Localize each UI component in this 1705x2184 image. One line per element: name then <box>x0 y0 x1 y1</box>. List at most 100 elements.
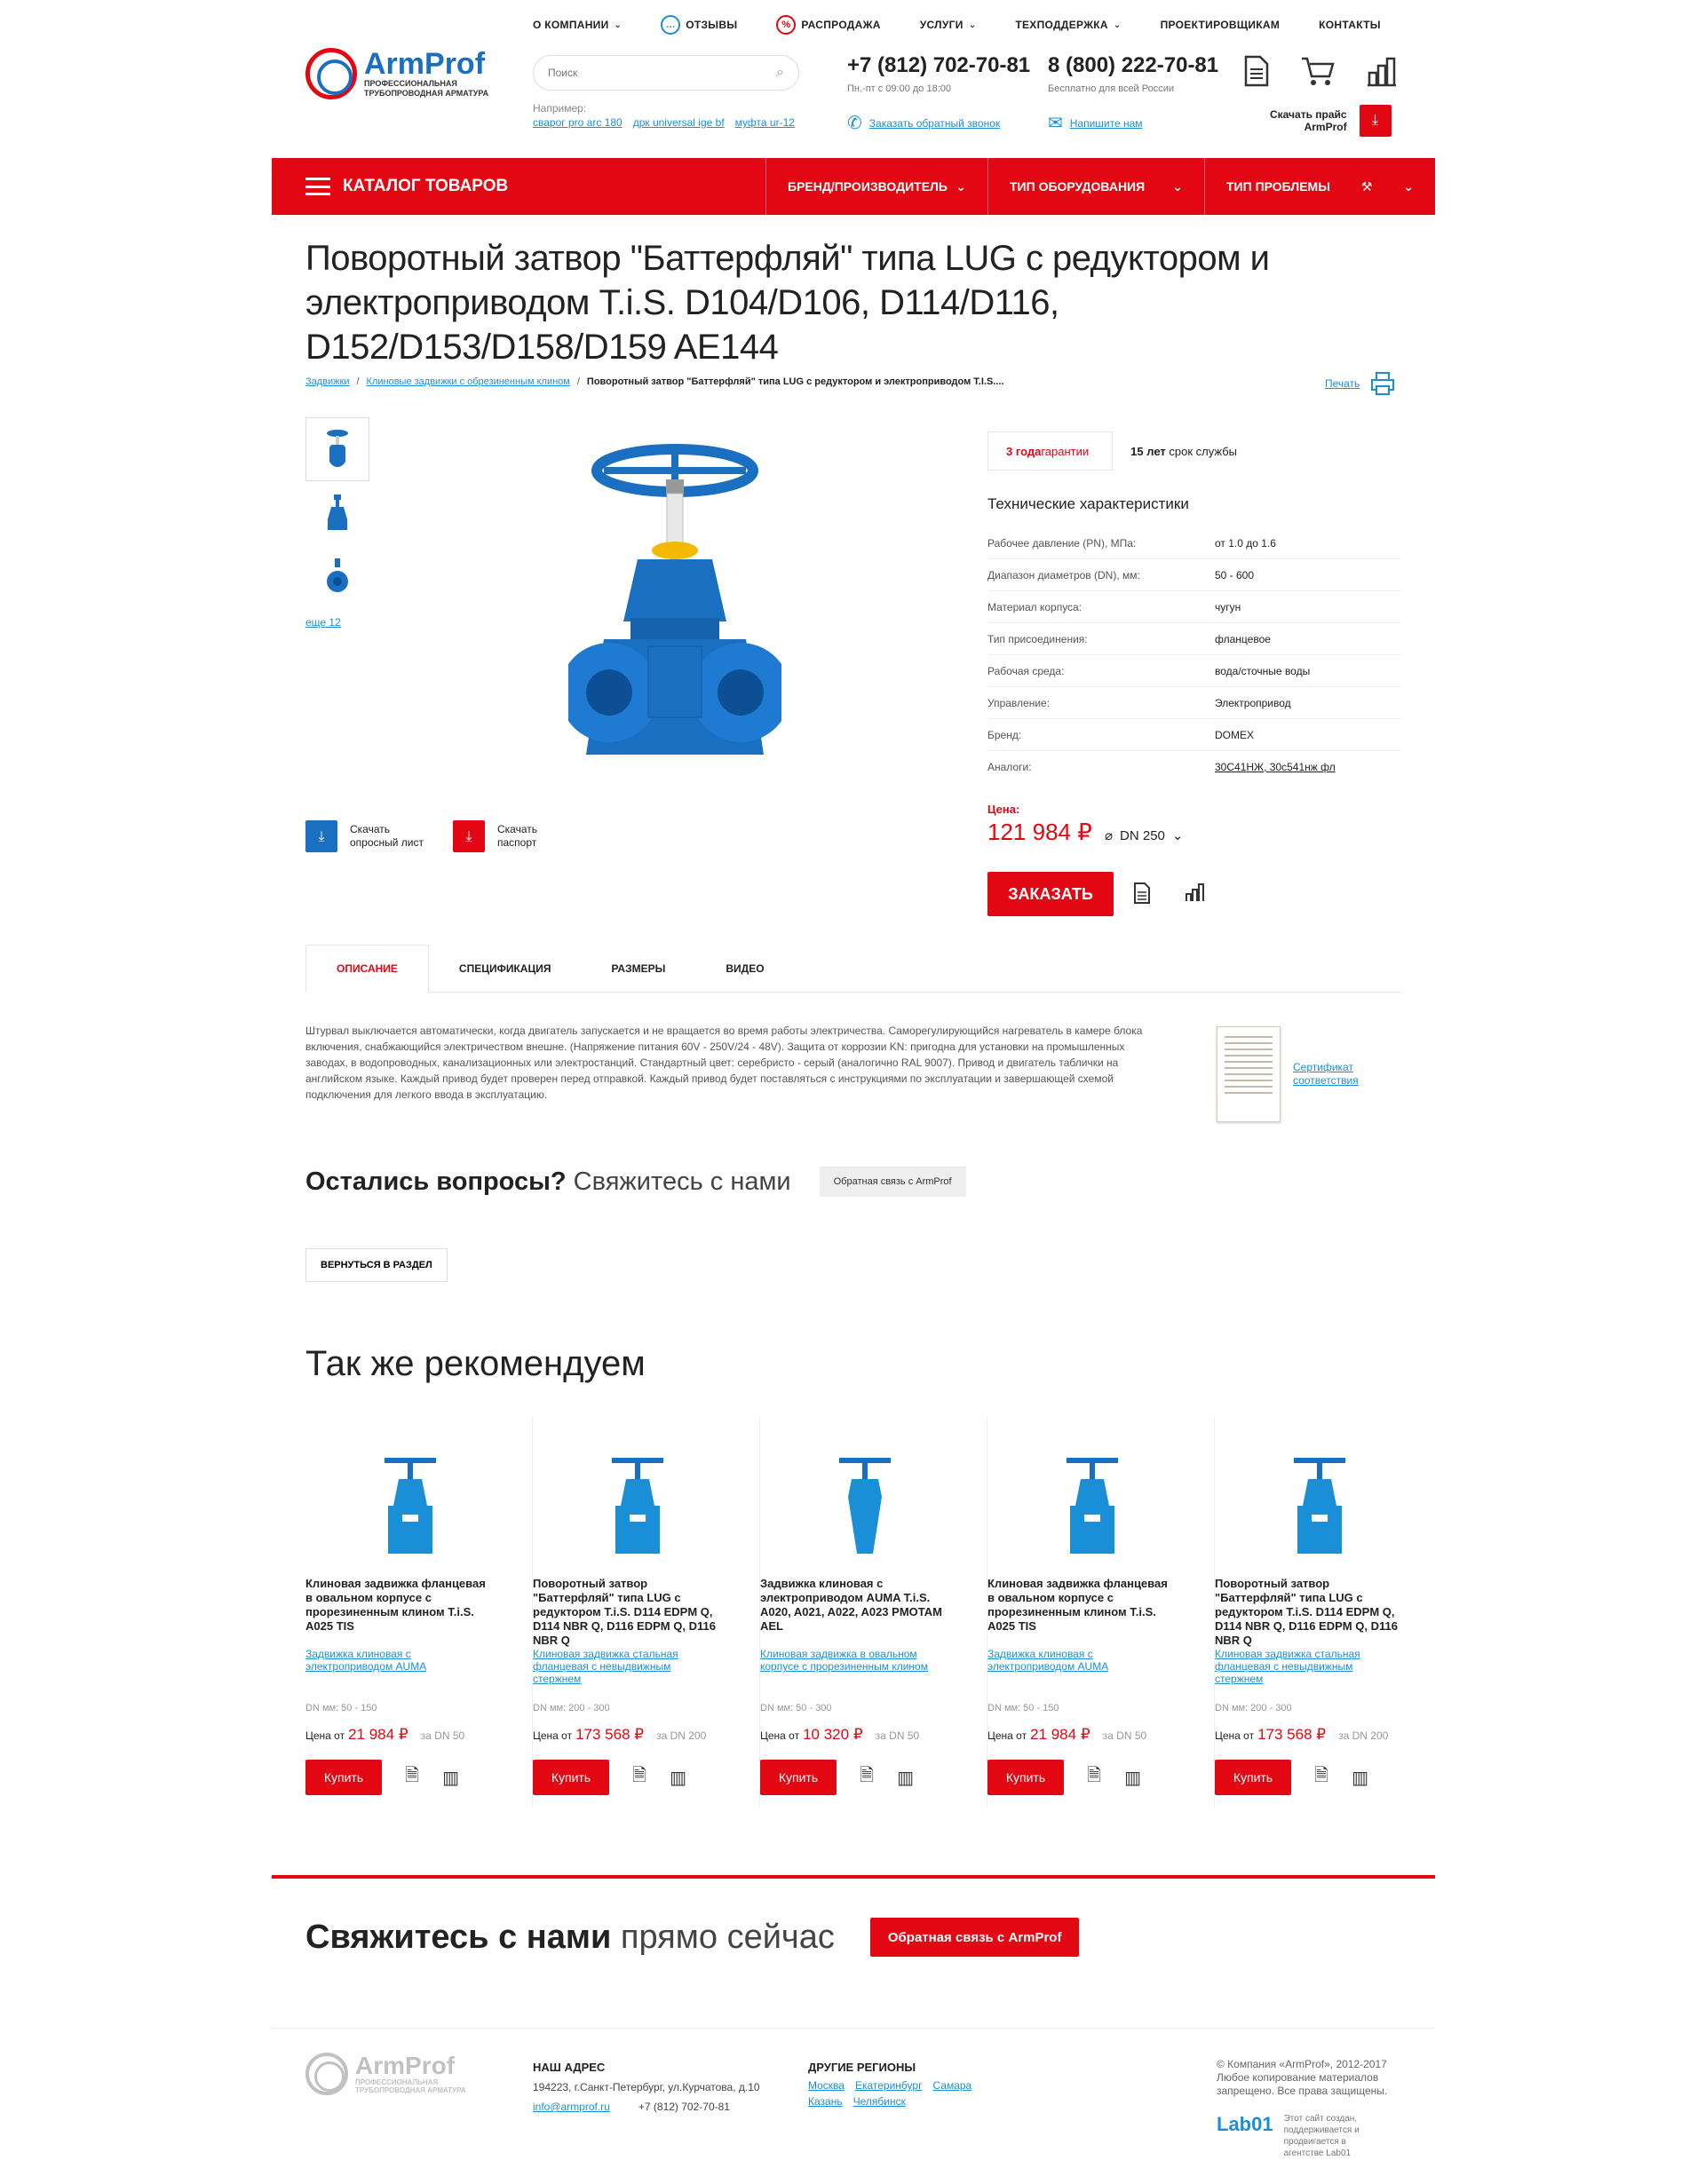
product-card-sublink[interactable]: Клиновая задвижка стальная фланцевая с н… <box>1215 1648 1401 1685</box>
search-input[interactable] <box>548 67 777 79</box>
agency-credit[interactable]: Lab01 Этот сайт создан, поддерживается и… <box>1217 2113 1373 2159</box>
region-link[interactable]: Екатеринбург <box>855 2077 923 2093</box>
footer-email[interactable]: info@armprof.ru <box>533 2097 610 2117</box>
product-card[interactable]: Клиновая задвижка фланцевая в овальном к… <box>987 1417 1215 1808</box>
product-card-image <box>987 1417 1196 1563</box>
write-us-link[interactable]: ✉ Напишите нам <box>1048 112 1143 134</box>
tab-video[interactable]: ВИДЕО <box>695 945 794 993</box>
region-link[interactable]: Челябинск <box>853 2093 906 2109</box>
catalog-button[interactable]: КАТАЛОГ ТОВАРОВ <box>272 177 765 196</box>
product-card-title[interactable]: Клиновая задвижка фланцевая в овальном к… <box>305 1577 492 1634</box>
chat-icon: … <box>661 15 681 35</box>
print-button[interactable]: Печать <box>1325 371 1395 396</box>
breadcrumb-link[interactable]: Клиновые задвижки с обрезиненным клином <box>367 376 570 387</box>
chevron-down-icon: ⌄ <box>1113 20 1122 30</box>
breadcrumb-link[interactable]: Задвижки <box>305 376 349 387</box>
search-icon[interactable]: ⌕ <box>776 65 784 81</box>
product-card-title[interactable]: Поворотный затвор "Баттерфляй" типа LUG … <box>1215 1577 1401 1648</box>
phone-icon: ✆ <box>847 114 862 133</box>
product-card-image <box>305 1417 514 1563</box>
product-card-sublink[interactable]: Задвижка клиновая с электроприводом AUMA <box>305 1648 492 1673</box>
product-image[interactable] <box>568 444 781 781</box>
region-link[interactable]: Казань <box>808 2093 843 2109</box>
site-logo[interactable]: ArmProf ПРОФЕССИОНАЛЬНАЯ ТРУБОПРОВОДНАЯ … <box>305 48 488 99</box>
document-icon[interactable]: 🗎 <box>632 1762 646 1792</box>
compare-icon[interactable] <box>1185 882 1204 902</box>
product-card-sublink[interactable]: Клиновая задвижка в овальном корпусе с п… <box>760 1648 947 1673</box>
product-card-price: Цена от 21 984 ₽ за DN 50 <box>305 1726 464 1744</box>
cart-icon[interactable] <box>1300 55 1336 87</box>
compare-icon[interactable]: ▥ <box>1352 1767 1368 1789</box>
document-icon[interactable]: 🗎 <box>1314 1762 1328 1792</box>
feedback-button[interactable]: Обратная связь с ArmProf <box>819 1167 966 1197</box>
search-hint-label: Например: <box>533 102 587 115</box>
region-link[interactable]: Самара <box>932 2077 971 2093</box>
buy-button[interactable]: Купить <box>533 1760 609 1795</box>
nav-services[interactable]: УСЛУГИ ⌄ <box>920 16 977 34</box>
nav-sale[interactable]: % РАСПРОДАЖА <box>776 15 880 35</box>
tab-description[interactable]: ОПИСАНИЕ <box>305 945 429 993</box>
certificate-link[interactable]: Сертификат соответствия <box>1217 1026 1359 1122</box>
nav-contacts[interactable]: КОНТАКТЫ <box>1319 16 1381 34</box>
product-card[interactable]: Клиновая задвижка фланцевая в овальном к… <box>305 1417 533 1808</box>
spec-row: Материал корпуса: чугун <box>987 591 1401 623</box>
problem-dropdown[interactable]: ТИП ПРОБЛЕМЫ ⚒ ⌄ <box>1204 158 1435 215</box>
nav-about[interactable]: О КОМПАНИИ ⌄ <box>533 16 622 34</box>
callback-link[interactable]: ✆ Заказать обратный звонок <box>847 112 1000 134</box>
price-download[interactable]: Скачать прайс ArmProf ⤓ <box>1270 105 1392 137</box>
more-images-link[interactable]: еще 12 <box>305 616 369 629</box>
footer-logo[interactable]: ArmProf ПРОФЕССИОНАЛЬНАЯ ТРУБОПРОВОДНАЯ … <box>305 2053 466 2095</box>
product-card-sublink[interactable]: Задвижка клиновая с электроприводом AUMA <box>987 1648 1174 1673</box>
buy-button[interactable]: Купить <box>1215 1760 1291 1795</box>
tab-dimensions[interactable]: РАЗМЕРЫ <box>581 945 695 993</box>
order-button[interactable]: ЗАКАЗАТЬ <box>987 872 1114 916</box>
header-icons <box>1243 55 1398 87</box>
document-icon[interactable] <box>1243 55 1270 87</box>
phone-number-1[interactable]: +7 (812) 702-70-81 <box>847 53 1030 78</box>
product-card-title[interactable]: Задвижка клиновая с электроприводом AUMA… <box>760 1577 947 1634</box>
search-hint-link[interactable]: дрк universal ige bf <box>633 115 725 130</box>
footer-phone[interactable]: +7 (812) 702-70-81 <box>638 2097 730 2117</box>
compare-icon[interactable] <box>1366 55 1398 87</box>
thumbnail[interactable] <box>305 481 369 545</box>
nav-support[interactable]: ТЕХПОДДЕРЖКА ⌄ <box>1015 16 1121 34</box>
document-icon[interactable]: 🗎 <box>860 1762 874 1792</box>
compare-icon[interactable]: ▥ <box>897 1767 914 1789</box>
document-icon[interactable]: 🗎 <box>405 1762 419 1792</box>
compare-icon[interactable]: ▥ <box>670 1767 686 1789</box>
product-card[interactable]: Поворотный затвор "Баттерфляй" типа LUG … <box>1215 1417 1442 1808</box>
compare-icon[interactable]: ▥ <box>1124 1767 1141 1789</box>
compare-icon[interactable]: ▥ <box>442 1767 459 1789</box>
thumbnail[interactable] <box>305 545 369 609</box>
search-hint-link[interactable]: муфта ur-12 <box>735 115 795 130</box>
search-hint-link[interactable]: сварог pro arc 180 <box>533 115 623 130</box>
tab-specification[interactable]: СПЕЦИФИКАЦИЯ <box>429 945 582 993</box>
contact-feedback-button[interactable]: Обратная связь с ArmProf <box>869 1918 1080 1957</box>
download-survey-button[interactable]: ⤓ Скачать опросный лист <box>305 820 424 852</box>
equipment-dropdown[interactable]: ТИП ОБОРУДОВАНИЯ ⌄ <box>987 158 1204 215</box>
buy-button[interactable]: Купить <box>760 1760 837 1795</box>
document-icon[interactable]: 🗎 <box>1087 1762 1101 1792</box>
footer-logo-tagline-2: ТРУБОПРОВОДНАЯ АРМАТУРА <box>355 2086 466 2094</box>
analogs-link[interactable]: 30С41НЖ, 30с541нж фл <box>1215 761 1336 773</box>
product-card-sublink[interactable]: Клиновая задвижка стальная фланцевая с н… <box>533 1648 719 1685</box>
nav-designers[interactable]: ПРОЕКТИРОВЩИКАМ <box>1161 16 1281 34</box>
footer-logo-tagline-1: ПРОФЕССИОНАЛЬНАЯ <box>355 2078 439 2086</box>
brand-dropdown[interactable]: БРЕНД/ПРОИЗВОДИТЕЛЬ ⌄ <box>765 158 987 215</box>
price-dn: за DN 50 <box>420 1729 465 1742</box>
product-card[interactable]: Поворотный затвор "Баттерфляй" типа LUG … <box>533 1417 760 1808</box>
product-card-title[interactable]: Клиновая задвижка фланцевая в овальном к… <box>987 1577 1174 1634</box>
nav-reviews[interactable]: … ОТЗЫВЫ <box>661 15 737 35</box>
product-card-title[interactable]: Поворотный затвор "Баттерфляй" типа LUG … <box>533 1577 719 1648</box>
document-icon[interactable] <box>1133 882 1151 904</box>
region-link[interactable]: Москва <box>808 2077 845 2093</box>
order-icons <box>1133 882 1204 904</box>
back-to-section-button[interactable]: ВЕРНУТЬСЯ В РАЗДЕЛ <box>305 1248 448 1282</box>
dn-select[interactable]: ⌀ DN 250 ⌄ <box>1105 827 1183 844</box>
phone-number-2[interactable]: 8 (800) 222-70-81 <box>1048 53 1218 78</box>
download-passport-button[interactable]: ⤓ Скачать паспорт <box>453 820 537 852</box>
thumbnail[interactable] <box>305 417 369 481</box>
buy-button[interactable]: Купить <box>987 1760 1064 1795</box>
buy-button[interactable]: Купить <box>305 1760 382 1795</box>
product-card[interactable]: Задвижка клиновая с электроприводом AUMA… <box>760 1417 987 1808</box>
